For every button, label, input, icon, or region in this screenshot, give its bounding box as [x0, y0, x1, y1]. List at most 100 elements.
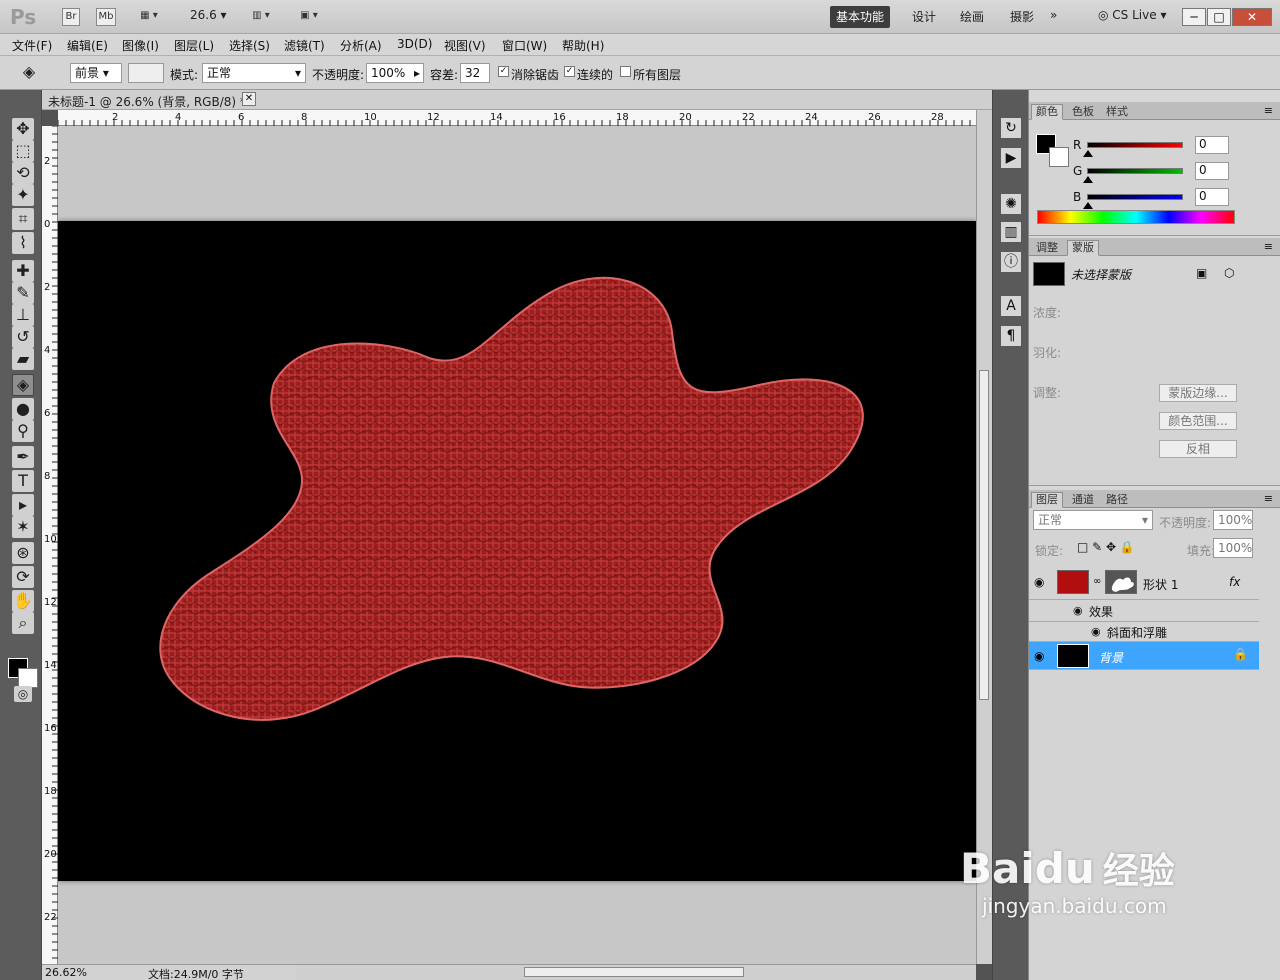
shape-layer-visibility-icon[interactable]: ◉ [1034, 575, 1044, 589]
bridge-button[interactable]: Br [62, 8, 80, 26]
background-layer-row[interactable]: ◉ 背景 🔒 [1029, 642, 1259, 670]
channel-value[interactable]: 0 [1195, 188, 1229, 206]
layers-panel-menu-icon[interactable]: ≡ [1264, 492, 1273, 505]
menu-view[interactable]: 视图(V) [444, 37, 486, 54]
vector-mask-icon[interactable]: ⬡ [1224, 266, 1234, 280]
all-layers-checkbox[interactable] [620, 66, 631, 77]
document-close-icon[interactable]: ✕ [242, 92, 256, 106]
menu-filter[interactable]: 滤镜(T) [284, 37, 325, 54]
info-panel-icon[interactable]: ⓘ [1001, 252, 1021, 272]
channel-slider-handle[interactable] [1083, 150, 1093, 157]
workspace-photography[interactable]: 摄影 [1004, 6, 1040, 28]
workspace-painting[interactable]: 绘画 [954, 6, 990, 28]
bevel-emboss-row[interactable]: ◉ 斜面和浮雕 [1029, 622, 1259, 642]
workspace-design[interactable]: 设计 [906, 6, 942, 28]
channel-value[interactable]: 0 [1195, 136, 1229, 154]
paths-tab[interactable]: 路径 [1101, 492, 1133, 508]
swatches-tab[interactable]: 色板 [1067, 104, 1099, 120]
channel-slider-handle[interactable] [1083, 202, 1093, 209]
channel-slider-handle[interactable] [1083, 176, 1093, 183]
shape-layer-row[interactable]: ◉ ∞ 形状 1 fx [1029, 566, 1259, 600]
menu-help[interactable]: 帮助(H) [562, 37, 604, 54]
pattern-picker[interactable] [128, 63, 164, 83]
layer-effects-icon[interactable]: fx [1229, 575, 1240, 589]
horizontal-scrollbar[interactable] [296, 964, 976, 980]
pixel-mask-icon[interactable]: ▣ [1196, 266, 1207, 280]
pen-tool-icon[interactable]: ✒ [12, 446, 34, 468]
path-selection-tool-icon[interactable]: ▸ [12, 494, 34, 516]
color-channel-g[interactable]: G0 [1073, 162, 1239, 184]
color-channel-r[interactable]: R0 [1073, 136, 1239, 158]
quick-selection-tool-icon[interactable]: ✦ [12, 184, 34, 206]
minimize-button[interactable]: ─ [1182, 8, 1206, 26]
zoom-level[interactable]: 26.6 ▾ [184, 6, 233, 28]
styles-tab[interactable]: 样式 [1101, 104, 1133, 120]
type-tool-icon[interactable]: T [12, 470, 34, 492]
canvas-workspace[interactable] [58, 126, 976, 964]
channel-slider[interactable] [1083, 194, 1183, 209]
mask-edge-button[interactable]: 蒙版边缘... [1159, 384, 1237, 402]
actions-panel-icon[interactable]: ▶ [1001, 148, 1021, 168]
view-extras-button[interactable]: ▦ ▾ [132, 8, 166, 26]
menu-layer[interactable]: 图层(L) [174, 37, 214, 54]
vertical-scroll-thumb[interactable] [979, 370, 989, 700]
effects-row[interactable]: ◉ 效果 [1029, 600, 1259, 622]
tolerance-field[interactable]: 32 [460, 63, 490, 83]
mode-select[interactable]: 正常 ▾ [202, 63, 306, 83]
maximize-button[interactable]: □ [1207, 8, 1231, 26]
lock-icons[interactable]: □ ✎ ✥ 🔒 [1077, 540, 1135, 554]
menu-file[interactable]: 文件(F) [12, 37, 52, 54]
zoom-tool-icon[interactable]: ⌕ [12, 612, 34, 634]
healing-brush-tool-icon[interactable]: ✚ [12, 260, 34, 282]
cs-live-button[interactable]: ◎ CS Live ▾ [1092, 6, 1172, 28]
3d-camera-tool-icon[interactable]: ⟳ [12, 566, 34, 588]
mini-bridge-button[interactable]: Mb [96, 8, 116, 26]
background-visibility-icon[interactable]: ◉ [1034, 649, 1044, 663]
clone-stamp-tool-icon[interactable]: ⊥ [12, 304, 34, 326]
hand-tool-icon[interactable]: ✋ [12, 590, 34, 612]
blur-tool-icon[interactable]: ● [12, 398, 34, 420]
menu-3d[interactable]: 3D(D) [397, 37, 432, 51]
channel-slider[interactable] [1083, 168, 1183, 183]
vertical-scrollbar[interactable] [976, 110, 992, 964]
history-brush-tool-icon[interactable]: ↺ [12, 326, 34, 348]
history-panel-icon[interactable]: ↻ [1001, 118, 1021, 138]
channel-slider[interactable] [1083, 142, 1183, 157]
status-zoom[interactable]: 26.62% [45, 966, 87, 979]
color-panel-menu-icon[interactable]: ≡ [1264, 104, 1273, 117]
menu-window[interactable]: 窗口(W) [502, 37, 547, 54]
background-color-swatch[interactable] [18, 668, 38, 688]
antialias-checkbox[interactable]: ✓ [498, 66, 509, 77]
channels-tab[interactable]: 通道 [1067, 492, 1099, 508]
menu-select[interactable]: 选择(S) [229, 37, 270, 54]
layer-opacity-field[interactable]: 100% [1213, 510, 1253, 530]
bevel-visibility-icon[interactable]: ◉ [1091, 625, 1101, 638]
brush-tool-icon[interactable]: ✎ [12, 282, 34, 304]
dodge-tool-icon[interactable]: ⚲ [12, 420, 34, 442]
masks-panel-menu-icon[interactable]: ≡ [1264, 240, 1273, 253]
blend-mode-select[interactable]: 正常 ▾ [1033, 510, 1153, 530]
more-workspaces[interactable]: » [1044, 6, 1063, 28]
shape-tool-icon[interactable]: ✶ [12, 516, 34, 538]
arrange-documents-button[interactable]: ▥ ▾ [244, 8, 278, 26]
effects-visibility-icon[interactable]: ◉ [1073, 604, 1083, 617]
adjustments-tab[interactable]: 调整 [1031, 240, 1063, 256]
fill-field[interactable]: 100% [1213, 538, 1253, 558]
fill-source-select[interactable]: 前景 ▾ [70, 63, 122, 83]
move-tool-icon[interactable]: ✥ [12, 118, 34, 140]
contiguous-checkbox[interactable]: ✓ [564, 66, 575, 77]
navigator-panel-icon[interactable]: ✺ [1001, 194, 1021, 214]
screen-mode-button[interactable]: ▣ ▾ [292, 8, 326, 26]
color-channel-b[interactable]: B0 [1073, 188, 1239, 210]
menu-analysis[interactable]: 分析(A) [340, 37, 382, 54]
horizontal-scroll-thumb[interactable] [524, 967, 744, 977]
lasso-tool-icon[interactable]: ⟲ [12, 162, 34, 184]
character-panel-icon[interactable]: A [1001, 296, 1021, 316]
workspace-essentials[interactable]: 基本功能 [830, 6, 891, 28]
paragraph-panel-icon[interactable]: ¶ [1001, 326, 1021, 346]
menu-image[interactable]: 图像(I) [122, 37, 159, 54]
masks-tab[interactable]: 蒙版 [1067, 240, 1099, 256]
color-range-button[interactable]: 颜色范围... [1159, 412, 1237, 430]
opacity-field[interactable]: 100% ▸ [366, 63, 424, 83]
marquee-tool-icon[interactable]: ⬚ [12, 140, 34, 162]
